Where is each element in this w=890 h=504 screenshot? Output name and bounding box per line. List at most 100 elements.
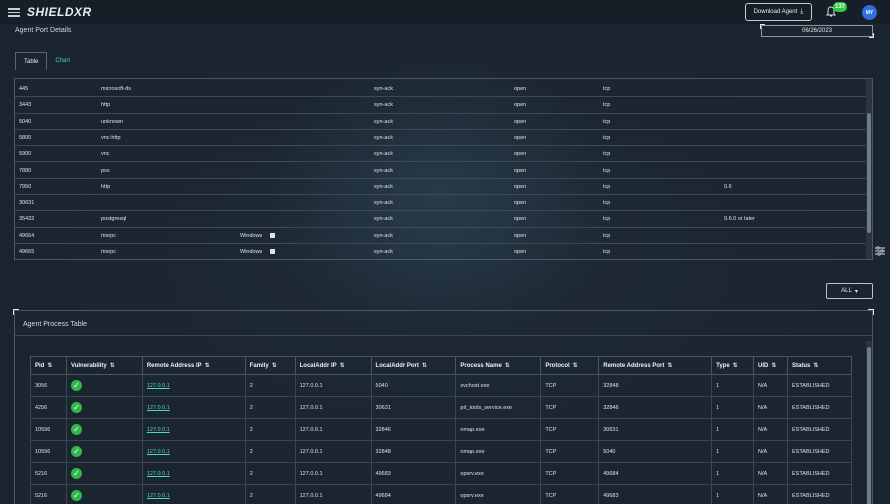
cell-protocol: TCP (540, 418, 600, 441)
remote-ip-link[interactable]: 127.0.0.1 (147, 471, 170, 477)
sort-icon[interactable]: ⇅ (272, 363, 277, 369)
download-icon: ⤓ (800, 8, 804, 15)
filter-dropdown[interactable]: ALL ▾ (826, 283, 873, 299)
divider (15, 335, 872, 336)
avatar[interactable]: MY (862, 5, 877, 20)
cell-family: 2 (244, 374, 296, 397)
port-cell-port: 445 (19, 86, 29, 92)
cell-status: ESTABLISHED (786, 462, 853, 485)
sort-icon[interactable]: ⇅ (340, 363, 345, 369)
table-row: 30631 syn-ack open tcp (15, 195, 867, 212)
port-cell-reason: syn-ack (374, 232, 393, 239)
remote-ip-cell: 127.0.0.1 (141, 462, 246, 485)
port-cell-protocol: tcp (603, 216, 611, 223)
cell-remote-port: 32848 (598, 374, 713, 397)
port-cell-os: Windows (240, 232, 263, 239)
column-header[interactable]: Type ⇅ (711, 356, 755, 375)
port-cell-reason: syn-ack (374, 86, 393, 92)
process-table-scrollbar[interactable] (866, 341, 872, 504)
cell-local-port: 49683 (370, 462, 457, 485)
remote-ip-link[interactable]: 127.0.0.1 (147, 405, 170, 411)
port-cell-port: 7950 (19, 183, 32, 190)
check-circle-icon: ✓ (70, 380, 82, 391)
download-agent-button[interactable]: Download Agent ⤓ (745, 3, 812, 21)
sort-icon[interactable]: ⇅ (505, 363, 510, 369)
remote-ip-link[interactable]: 127.0.0.1 (147, 427, 170, 433)
cell-process: prl_tools_service.exe (455, 396, 542, 419)
table-row: 10596 ✓ 127.0.0.1 2 127.0.0.1 32846 nmap.exe TC… (30, 418, 853, 441)
sort-icon[interactable]: ⇅ (813, 363, 818, 369)
scrollbar-thumb[interactable] (867, 113, 871, 233)
sort-icon[interactable]: ⇅ (733, 363, 738, 369)
vulnerability-cell: ✓ (65, 418, 143, 441)
column-header[interactable]: Family ⇅ (244, 356, 296, 375)
sort-icon[interactable]: ⇅ (110, 363, 115, 369)
menu-icon[interactable] (8, 8, 20, 17)
column-header-label: Remote Address IP (146, 363, 202, 369)
column-header-label: Protocol (545, 363, 570, 369)
column-header[interactable]: UID ⇅ (753, 356, 788, 375)
cell-process: opsrv.exe (455, 484, 542, 504)
cell-uid: N/A (753, 374, 788, 397)
cell-uid: N/A (753, 462, 788, 485)
column-header-label: Vulnerability (70, 363, 107, 369)
port-cell-service: postgresql (101, 216, 127, 223)
sort-icon[interactable]: ⇅ (667, 363, 672, 369)
cell-process: nmap.exe (455, 418, 542, 441)
cell-local-port: 32846 (370, 418, 457, 441)
port-table-scrollbar[interactable] (866, 79, 872, 259)
filter-settings-icon[interactable] (874, 246, 886, 256)
vulnerability-cell: ✓ (65, 396, 143, 419)
port-cell-protocol: tcp (603, 118, 611, 125)
port-cell-protocol: tcp (603, 134, 611, 141)
cell-process: svchost.exe (455, 374, 542, 397)
column-header-label: Status (791, 363, 811, 369)
port-cell-reason: syn-ack (374, 249, 393, 255)
sort-icon[interactable]: ⇅ (205, 363, 210, 369)
remote-ip-link[interactable]: 127.0.0.1 (147, 449, 170, 455)
column-header[interactable]: LocalAddr IP ⇅ (294, 356, 372, 375)
cell-local-ip: 127.0.0.1 (294, 374, 372, 397)
column-header[interactable]: Process Name ⇅ (455, 356, 542, 375)
sort-icon[interactable]: ⇅ (573, 363, 578, 369)
cell-remote-port: 49683 (598, 484, 713, 504)
port-cell-version: 9.6.0 or later (724, 216, 755, 223)
remote-ip-link[interactable]: 127.0.0.1 (147, 383, 170, 389)
table-header-row: Pid ⇅ Vulnerability ⇅ Remote Address IP ⇅ Fami… (30, 356, 853, 375)
remote-ip-link[interactable]: 127.0.0.1 (147, 493, 170, 499)
column-header[interactable]: Vulnerability ⇅ (65, 356, 143, 375)
port-cell-service: http (101, 102, 111, 109)
sort-icon[interactable]: ⇅ (422, 363, 427, 369)
column-header[interactable]: LocalAddr Port ⇅ (370, 356, 457, 375)
check-circle-icon: ✓ (70, 424, 82, 435)
sort-icon[interactable]: ⇅ (771, 363, 776, 369)
cell-pid: 3056 (30, 374, 67, 397)
date-picker[interactable]: 06/26/2023 (760, 24, 874, 38)
column-header[interactable]: Status ⇅ (786, 356, 853, 375)
sort-icon[interactable]: ⇅ (47, 363, 52, 369)
table-row: 5800 vnc-http syn-ack open tcp (15, 130, 867, 147)
column-header[interactable]: Remote Address IP ⇅ (141, 356, 246, 375)
port-cell-port: 5040 (19, 118, 32, 125)
scrollbar-thumb[interactable] (867, 347, 871, 504)
table-row: 4256 ✓ 127.0.0.1 2 127.0.0.1 30631 prl_tools_s… (30, 396, 853, 419)
check-circle-icon: ✓ (70, 490, 82, 501)
cell-remote-port: 32846 (598, 396, 713, 419)
column-header[interactable]: Protocol ⇅ (540, 356, 600, 375)
tab-table[interactable]: Table (15, 52, 48, 70)
filter-dropdown-label: ALL (841, 288, 852, 294)
port-cell-reason: syn-ack (374, 151, 393, 158)
cell-local-port: 30631 (370, 396, 457, 419)
app-logo[interactable]: SHIELDXR (27, 5, 92, 19)
table-row: 3056 ✓ 127.0.0.1 2 127.0.0.1 5040 svchost.exe T… (30, 374, 853, 397)
tab-chart[interactable]: Chart (47, 52, 78, 70)
port-cell-service: unknown (101, 118, 124, 125)
port-cell-state: open (514, 232, 527, 239)
cell-family: 2 (244, 462, 296, 485)
caret-down-icon: ▾ (854, 288, 858, 295)
column-header[interactable]: Pid ⇅ (30, 356, 67, 375)
column-header[interactable]: Remote Address Port ⇅ (598, 356, 713, 375)
port-cell-port: 5800 (19, 134, 32, 141)
table-row: 5216 ✓ 127.0.0.1 2 127.0.0.1 49684 opsrv.exe TC… (30, 484, 853, 504)
port-section-title: Agent Port Details (15, 27, 72, 34)
